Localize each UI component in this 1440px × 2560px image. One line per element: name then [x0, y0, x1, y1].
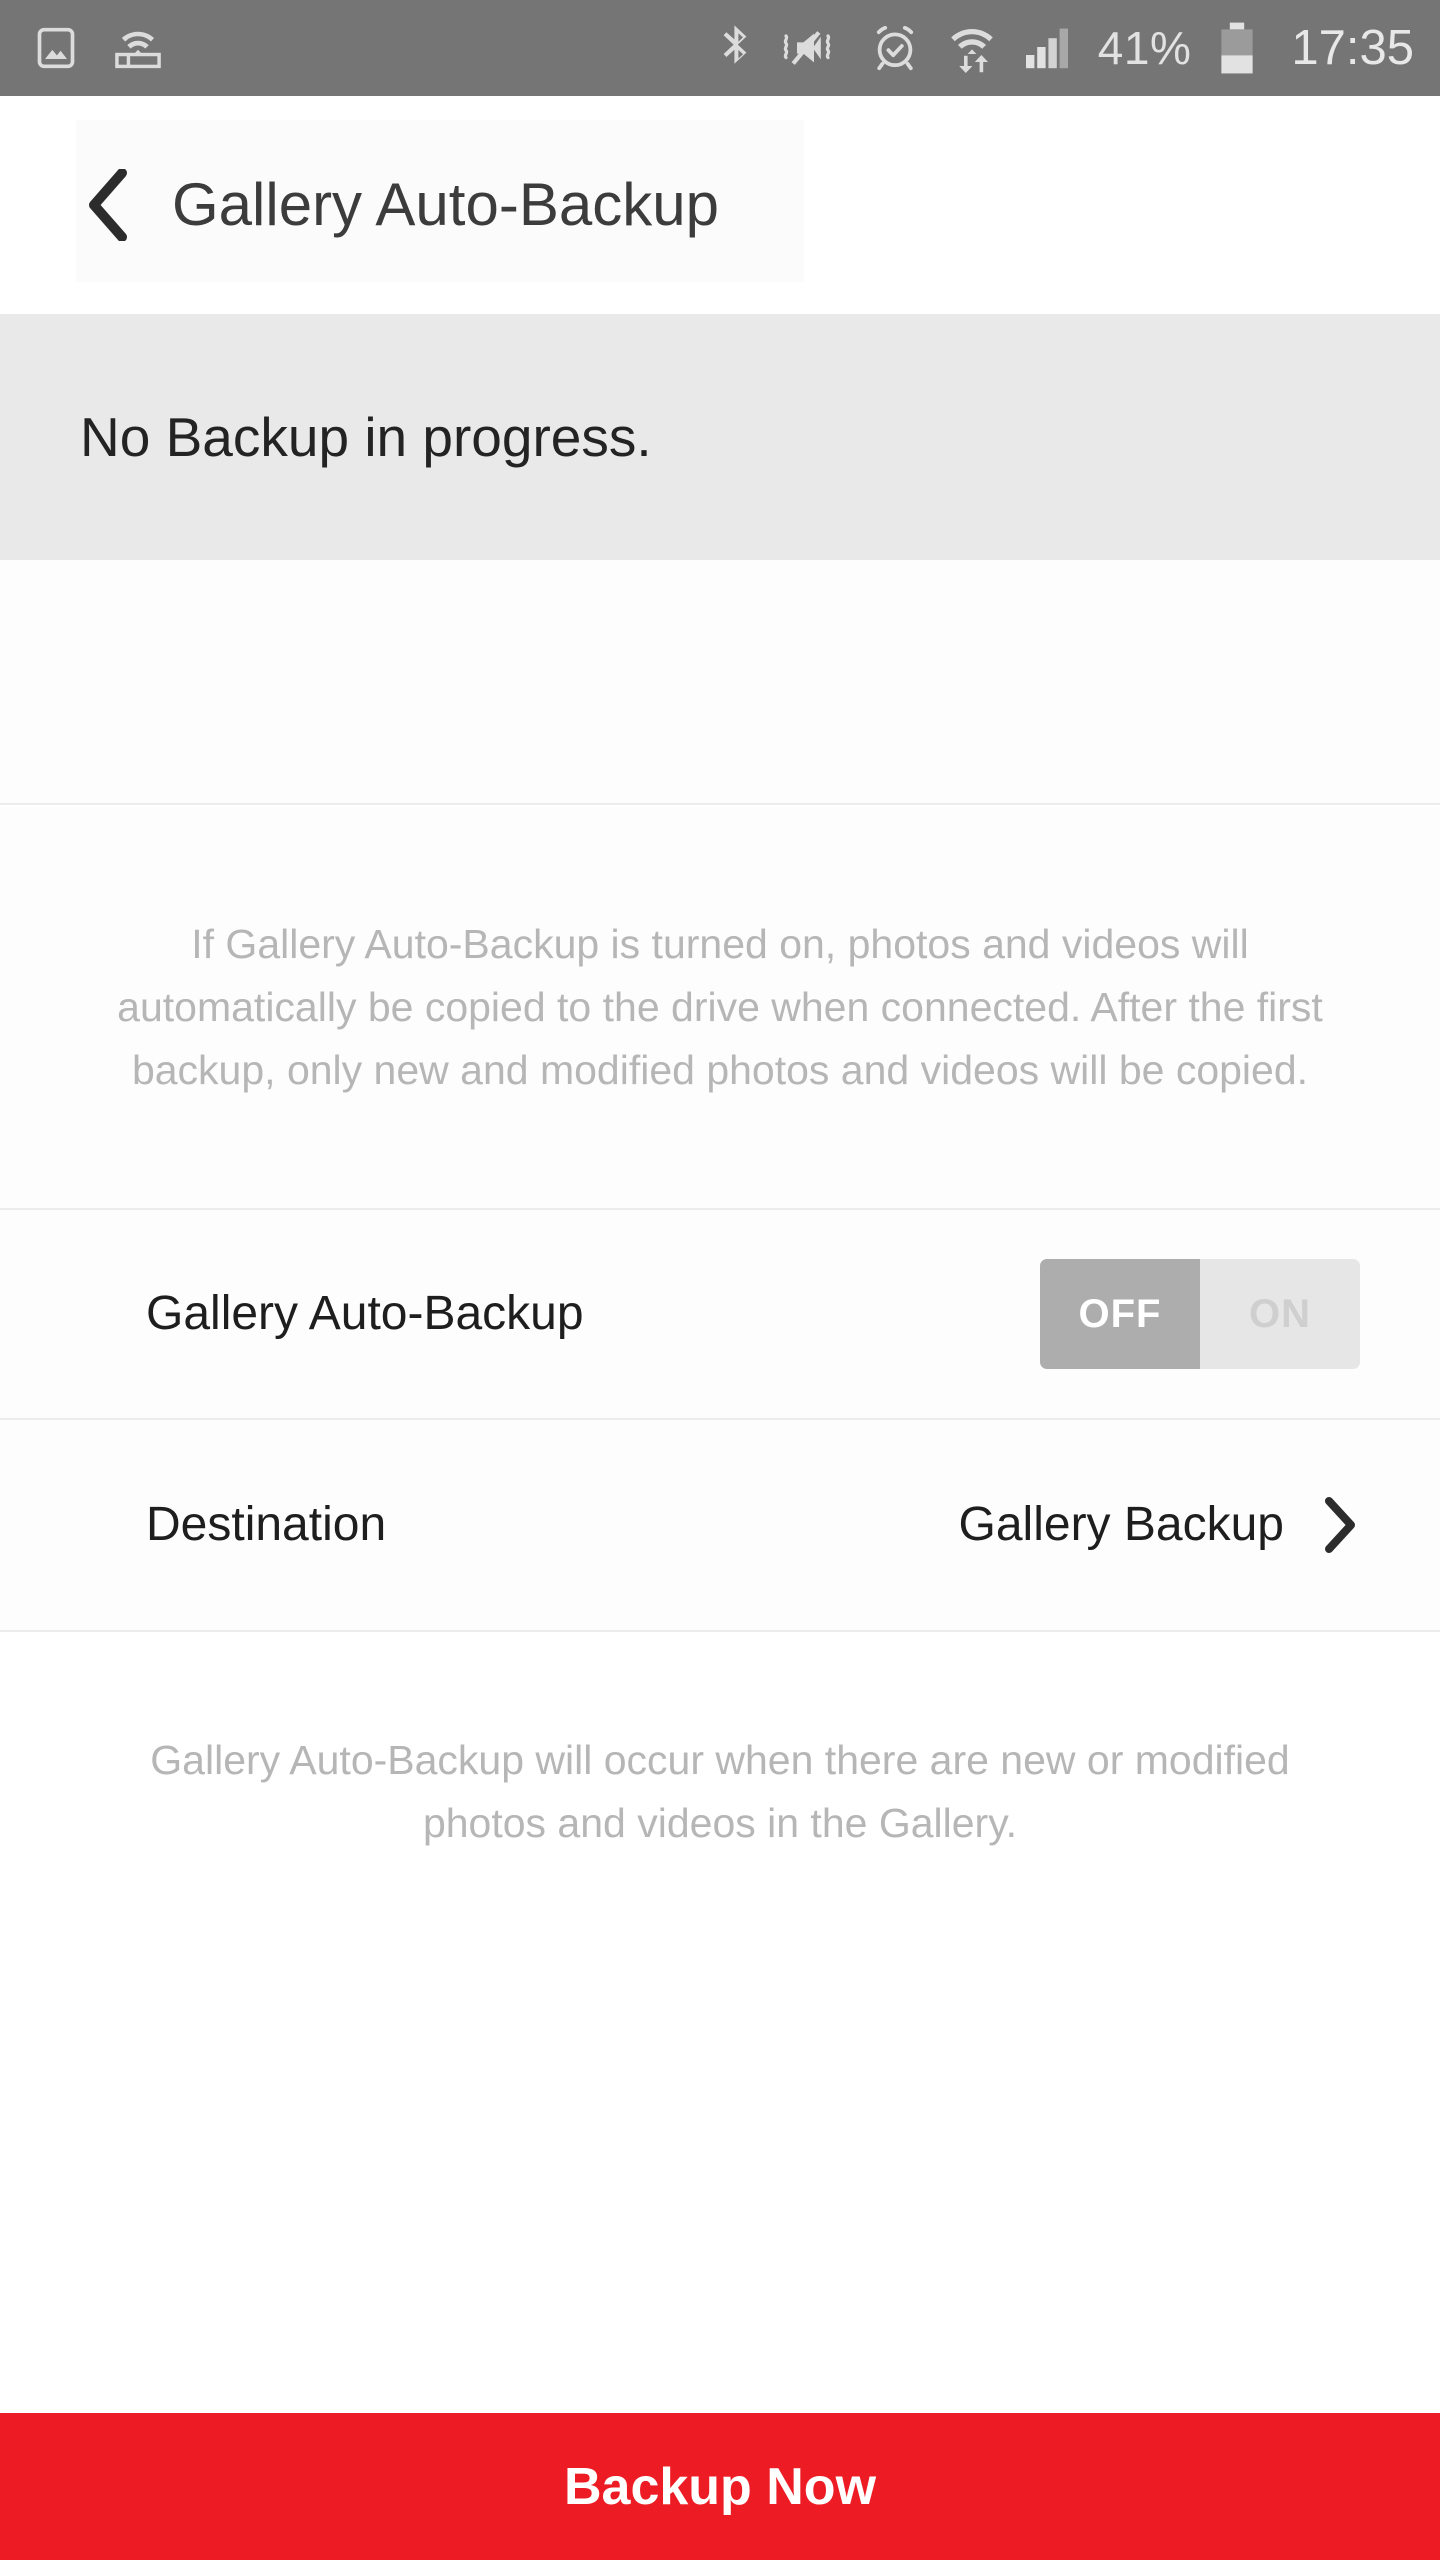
- back-button[interactable]: [82, 167, 134, 243]
- toggle-option-off[interactable]: OFF: [1040, 1259, 1200, 1369]
- auto-backup-label: Gallery Auto-Backup: [146, 1287, 584, 1340]
- auto-backup-toggle[interactable]: OFF ON: [1040, 1259, 1360, 1369]
- status-bar-right-icons: 41% 17:35: [718, 21, 1414, 75]
- battery-icon: [1217, 21, 1257, 75]
- setting-row-auto-backup[interactable]: Gallery Auto-Backup OFF ON: [0, 1210, 1440, 1420]
- wifi-router-icon: [112, 25, 164, 71]
- app-header: Gallery Auto-Backup: [0, 96, 1440, 314]
- footer-note-text: Gallery Auto-Backup will occur when ther…: [150, 1737, 1290, 1846]
- backup-status-banner: No Backup in progress.: [0, 314, 1440, 560]
- bluetooth-icon: [718, 23, 754, 73]
- clock-label: 17:35: [1291, 20, 1414, 75]
- alarm-clock-icon: [870, 23, 920, 73]
- photo-image-icon: [34, 25, 78, 71]
- battery-percent-label: 41%: [1097, 22, 1192, 74]
- destination-label: Destination: [146, 1498, 387, 1551]
- backup-now-label: Backup Now: [563, 2457, 877, 2516]
- vibrate-mute-icon: [780, 24, 844, 72]
- status-bar-left-icons: [34, 25, 164, 71]
- chevron-right-icon[interactable]: [1320, 1497, 1360, 1553]
- backup-now-button[interactable]: Backup Now: [0, 2413, 1440, 2560]
- destination-value: Gallery Backup: [958, 1498, 1284, 1551]
- content-filler: [0, 1882, 1440, 2413]
- backup-status-text: No Backup in progress.: [80, 405, 652, 468]
- progress-placeholder-panel: [0, 560, 1440, 805]
- toggle-option-on[interactable]: ON: [1200, 1259, 1360, 1369]
- footer-note-section: Gallery Auto-Backup will occur when ther…: [0, 1632, 1440, 1882]
- cellular-signal-icon: [1024, 25, 1072, 71]
- description-text: If Gallery Auto-Backup is turned on, pho…: [117, 921, 1323, 1093]
- status-bar: 41% 17:35: [0, 0, 1440, 96]
- description-section: If Gallery Auto-Backup is turned on, pho…: [0, 807, 1440, 1210]
- wifi-transfer-icon: [946, 23, 998, 73]
- page-title: Gallery Auto-Backup: [172, 171, 719, 238]
- setting-row-destination[interactable]: Destination Gallery Backup: [0, 1420, 1440, 1632]
